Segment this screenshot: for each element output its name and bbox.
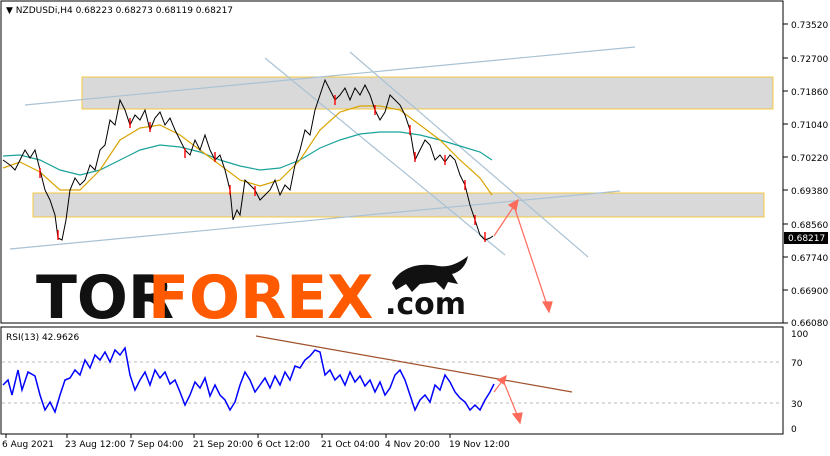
svg-text:0.66900: 0.66900 (791, 287, 828, 297)
support-zone (32, 192, 765, 218)
resistance-zone (81, 76, 774, 110)
svg-text:0.73520: 0.73520 (791, 21, 828, 31)
svg-text:FOREX: FOREX (148, 263, 373, 333)
svg-text:0: 0 (791, 425, 797, 435)
svg-text:0.72700: 0.72700 (791, 55, 828, 65)
trading-chart: 0.73520 0.72700 0.71860 0.71040 0.70220 … (0, 0, 828, 450)
svg-text:0.71860: 0.71860 (791, 88, 828, 98)
svg-text:0.70220: 0.70220 (791, 154, 828, 164)
svg-text:23 Aug 12:00: 23 Aug 12:00 (65, 440, 126, 450)
rsi-panel (0, 326, 784, 435)
svg-text:0.68560: 0.68560 (791, 221, 828, 231)
svg-text:0.69380: 0.69380 (791, 187, 828, 197)
svg-text:0.71040: 0.71040 (791, 121, 828, 131)
svg-text:21 Sep 20:00: 21 Sep 20:00 (193, 440, 253, 450)
price-axis: 0.73520 0.72700 0.71860 0.71040 0.70220 … (783, 21, 828, 329)
svg-text:100: 100 (791, 330, 808, 340)
rsi-axis: 100 70 30 0 (791, 330, 808, 435)
svg-text:4 Nov 20:00: 4 Nov 20:00 (385, 440, 440, 450)
svg-text:0.66080: 0.66080 (791, 319, 828, 329)
time-axis: 6 Aug 2021 23 Aug 12:00 7 Sep 04:00 21 S… (2, 434, 510, 450)
svg-text:.com: .com (385, 287, 466, 322)
svg-text:19 Nov 12:00: 19 Nov 12:00 (449, 440, 510, 450)
svg-text:70: 70 (791, 359, 803, 369)
svg-text:6 Aug 2021: 6 Aug 2021 (2, 440, 54, 450)
svg-text:30: 30 (791, 400, 803, 410)
svg-text:6 Oct 12:00: 6 Oct 12:00 (257, 440, 310, 450)
symbol-info: ▼ NZDUSDi,H4 0.68223 0.68273 0.68119 0.6… (6, 6, 233, 16)
svg-text:21 Oct 04:00: 21 Oct 04:00 (321, 440, 380, 450)
rsi-info: RSI(13) 42.9626 (6, 333, 79, 343)
svg-text:7 Sep 04:00: 7 Sep 04:00 (129, 440, 184, 450)
svg-text:0.67740: 0.67740 (791, 254, 828, 264)
current-price-label: 0.68217 (788, 234, 825, 244)
